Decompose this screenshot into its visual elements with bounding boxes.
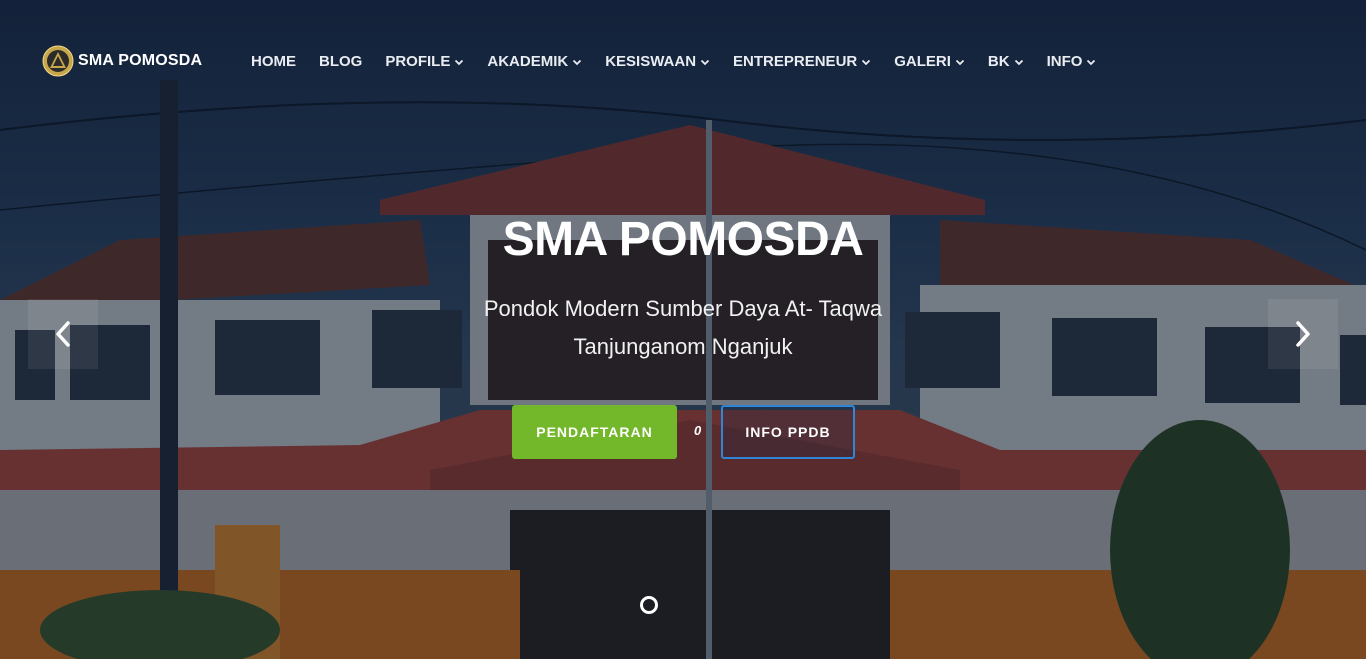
pendaftaran-button[interactable]: PENDAFTARAN [512, 405, 677, 459]
hero-subtitle-line2: Tanjunganom Nganjuk [573, 334, 793, 359]
carousel-next-button[interactable] [1268, 299, 1338, 369]
brand-link[interactable]: SMA POMOSDA [42, 45, 202, 77]
carousel-prev-button[interactable] [28, 299, 98, 369]
hero-subtitle-line1: Pondok Modern Sumber Daya At- Taqwa [483, 296, 883, 321]
nav-label: BK [987, 53, 1010, 70]
hero-title: SMA POMOSDA [502, 213, 864, 266]
navbar: SMA POMOSDA HOME BLOG PROFILE AKADEMIK K… [0, 38, 1366, 90]
chevron-down-icon [700, 59, 710, 65]
chevron-down-icon [1087, 59, 1096, 65]
nav-label: BLOG [319, 53, 363, 70]
nav-item-blog[interactable]: BLOG [319, 53, 362, 70]
nav-label: PROFILE [385, 53, 451, 70]
nav-label: KESISWAAN [605, 53, 697, 70]
pomosda-emblem-icon [42, 45, 74, 77]
chevron-down-icon [573, 59, 582, 65]
nav-item-galeri[interactable]: GALERI [894, 53, 965, 70]
nav-item-kesiswaan[interactable]: KESISWAAN [605, 53, 710, 70]
nav-label: GALERI [894, 53, 951, 70]
nav-item-home[interactable]: HOME [251, 53, 296, 70]
carousel-indicator-active[interactable] [640, 596, 658, 614]
brand-name: SMA POMOSDA [78, 52, 203, 69]
chevron-down-icon [455, 59, 464, 65]
nav-label: AKADEMIK [487, 53, 569, 70]
nav-item-akademik[interactable]: AKADEMIK [487, 53, 582, 70]
hero-subtitle: Pondok Modern Sumber Daya At- Taqwa Tanj… [0, 290, 1366, 366]
info-ppdb-button[interactable]: INFO PPDB [721, 405, 855, 459]
nav-item-entrepreneur[interactable]: ENTREPRENEUR [733, 53, 871, 70]
chevron-down-icon [1014, 59, 1023, 65]
nav-item-info[interactable]: INFO [1047, 53, 1097, 70]
main-menu: HOME BLOG PROFILE AKADEMIK KESISWAAN ENT… [251, 53, 1119, 70]
nav-label: ENTREPRENEUR [733, 53, 858, 70]
nav-item-bk[interactable]: BK [988, 53, 1024, 70]
button-separator: 0 [694, 423, 702, 438]
chevron-left-icon [56, 321, 70, 347]
nav-item-profile[interactable]: PROFILE [385, 53, 464, 70]
chevron-down-icon [862, 59, 871, 65]
nav-label: INFO [1046, 53, 1083, 70]
chevron-down-icon [955, 59, 965, 65]
chevron-right-icon [1296, 321, 1310, 347]
nav-label: HOME [251, 53, 296, 70]
